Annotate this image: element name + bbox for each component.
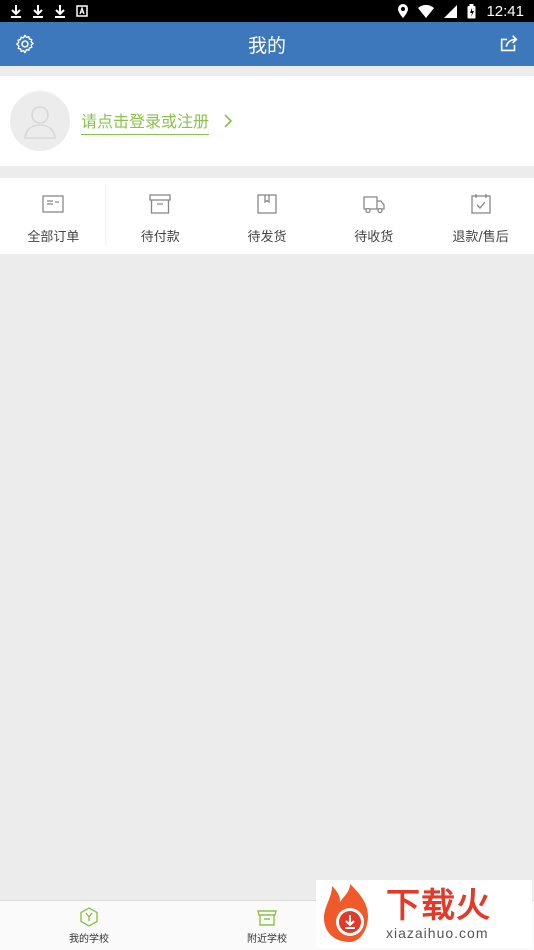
chevron-right-icon bbox=[224, 114, 233, 128]
login-register-link[interactable]: 请点击登录或注册 bbox=[81, 108, 210, 135]
profile-card[interactable]: 请点击登录或注册 bbox=[0, 76, 534, 166]
order-pending-receipt-label: 待收货 bbox=[354, 230, 394, 245]
order-pending-payment-label: 待付款 bbox=[140, 230, 180, 245]
wifi-icon bbox=[418, 4, 435, 18]
order-all[interactable]: 全部订单 bbox=[0, 178, 107, 254]
watermark-badge: 下载火 xiazaihuo.com bbox=[316, 880, 532, 948]
tab-nearby-school-label: 附近学校 bbox=[247, 933, 287, 945]
my-school-icon bbox=[80, 906, 98, 927]
app-header: 我的 bbox=[0, 22, 534, 66]
order-refund[interactable]: 退款/售后 bbox=[427, 178, 534, 254]
pending-receipt-icon bbox=[363, 196, 385, 214]
order-all-label: 全部订单 bbox=[27, 230, 80, 245]
refund-icon bbox=[470, 194, 491, 214]
order-pending-shipment-label: 待发货 bbox=[247, 230, 287, 245]
gear-icon[interactable] bbox=[14, 33, 36, 55]
download-icon bbox=[55, 5, 65, 18]
order-pending-shipment[interactable]: 待发货 bbox=[214, 178, 321, 254]
status-time: 12:41 bbox=[486, 2, 524, 20]
order-pending-payment[interactable]: 待付款 bbox=[107, 178, 214, 254]
pending-shipment-icon bbox=[257, 194, 277, 214]
status-bar: 12:41 bbox=[0, 0, 534, 22]
download-icon bbox=[33, 5, 43, 18]
watermark-url: xiazaihuo.com bbox=[386, 925, 489, 941]
signal-icon bbox=[444, 4, 458, 18]
flame-logo-icon bbox=[324, 884, 368, 942]
avatar[interactable] bbox=[10, 91, 70, 151]
order-pending-receipt[interactable]: 待收货 bbox=[320, 178, 427, 254]
order-shortcuts: 全部订单 待付款 待发货 待收货 退款/售后 bbox=[0, 178, 534, 254]
all-orders-icon bbox=[42, 195, 65, 213]
battery-icon bbox=[467, 3, 476, 18]
user-placeholder-icon bbox=[24, 106, 56, 139]
pending-payment-icon bbox=[149, 194, 171, 214]
order-refund-label: 退款/售后 bbox=[452, 230, 509, 245]
share-icon[interactable] bbox=[498, 33, 520, 55]
nearby-school-icon bbox=[257, 909, 277, 926]
watermark-brand: 下载火 bbox=[386, 886, 491, 926]
download-icon bbox=[11, 5, 21, 18]
page-title: 我的 bbox=[247, 34, 286, 57]
notification-a-icon bbox=[76, 5, 88, 17]
tab-my-school-label: 我的学校 bbox=[69, 933, 109, 945]
location-icon bbox=[398, 4, 409, 18]
tab-my-school[interactable]: 我的学校 bbox=[0, 901, 178, 950]
